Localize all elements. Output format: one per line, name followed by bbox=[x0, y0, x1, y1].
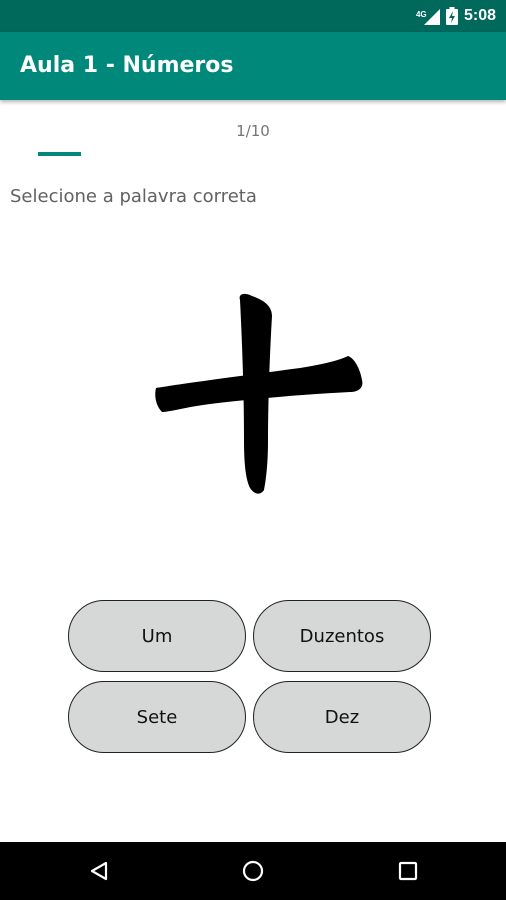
navigation-bar bbox=[0, 842, 506, 900]
network-type-label: 4G bbox=[415, 10, 427, 19]
progress-bar bbox=[38, 152, 468, 156]
answer-button-um[interactable]: Um bbox=[68, 600, 246, 672]
back-icon[interactable] bbox=[84, 856, 114, 886]
status-icons: 4G 5:08 bbox=[415, 0, 496, 32]
progress-bar-fill bbox=[38, 152, 81, 156]
home-icon[interactable] bbox=[238, 856, 268, 886]
answer-button-sete[interactable]: Sete bbox=[68, 681, 246, 753]
battery-icon bbox=[445, 7, 458, 25]
answer-button-dez[interactable]: Dez bbox=[253, 681, 431, 753]
question-instruction: Selecione a palavra correta bbox=[10, 186, 257, 207]
question-character-image bbox=[140, 280, 370, 510]
recents-icon[interactable] bbox=[393, 856, 423, 886]
signal-icon: 4G bbox=[415, 7, 440, 25]
app-bar: Aula 1 - Números bbox=[0, 32, 506, 100]
progress-counter: 1/10 bbox=[236, 122, 270, 140]
app-title: Aula 1 - Números bbox=[20, 53, 234, 78]
status-time: 5:08 bbox=[463, 7, 496, 24]
status-bar: 4G 5:08 bbox=[0, 0, 506, 32]
answer-button-duzentos[interactable]: Duzentos bbox=[253, 600, 431, 672]
